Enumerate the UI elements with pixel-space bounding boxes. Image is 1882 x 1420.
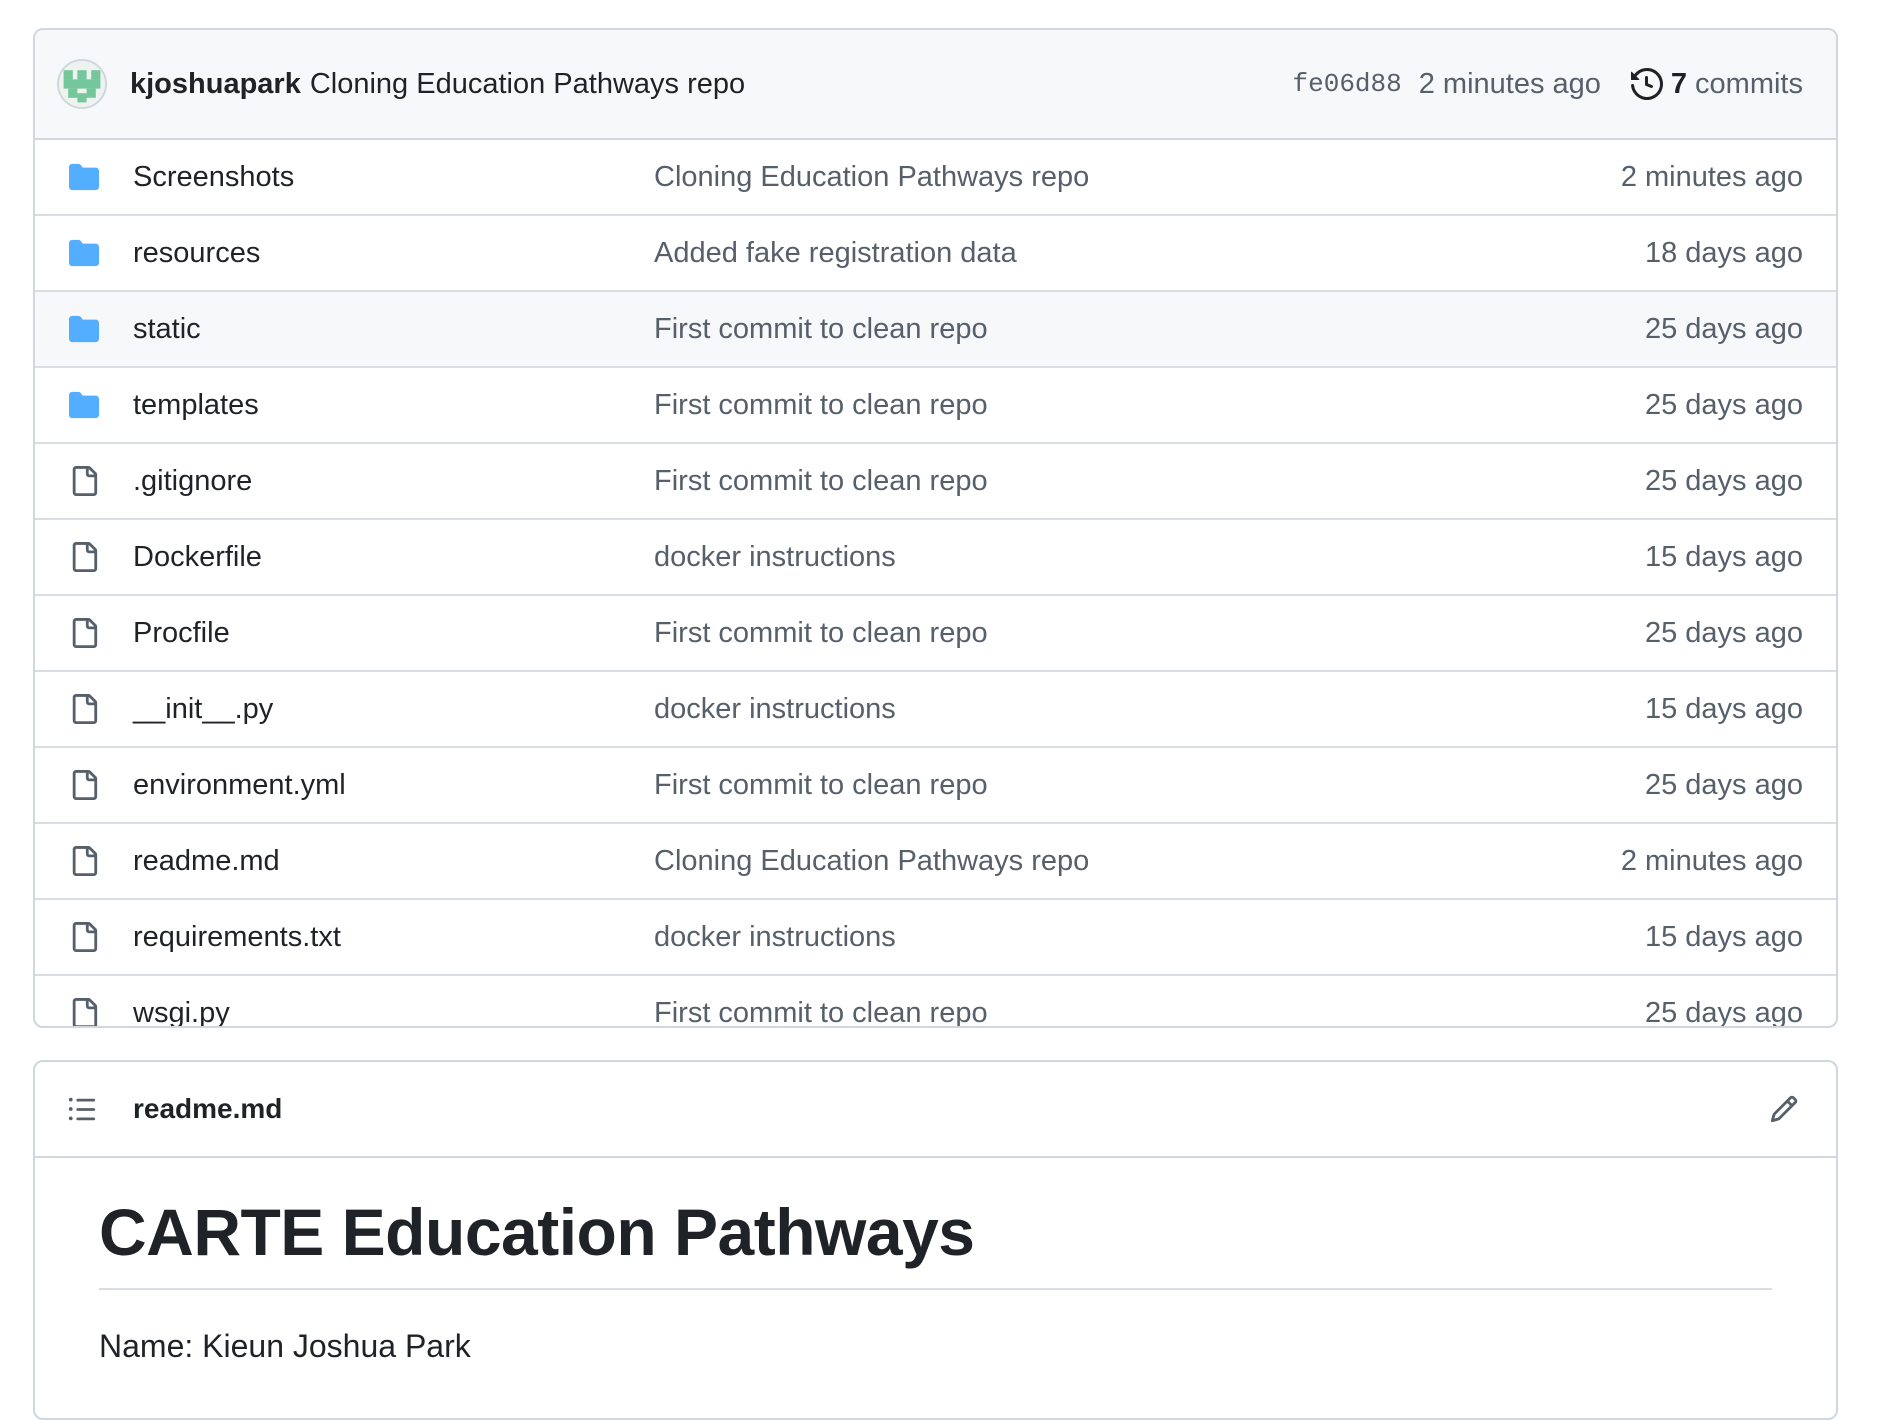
file-row[interactable]: __init__.py docker instructions 15 days ag… [35,672,1836,748]
file-icon [67,844,101,878]
file-name-link[interactable]: requirements.txt [133,921,654,954]
file-name-link[interactable]: .gitignore [133,465,654,498]
file-commit-message-link[interactable]: First commit to clean repo [654,389,1645,422]
file-commit-message-link[interactable]: Added fake registration data [654,237,1645,270]
avatar[interactable] [57,59,107,109]
file-name-link[interactable]: resources [133,237,654,270]
list-unordered-icon[interactable] [67,1092,101,1126]
file-row[interactable]: .gitignore First commit to clean repo 25 d… [35,444,1836,520]
file-name-link[interactable]: templates [133,389,654,422]
file-name-link[interactable]: Procfile [133,617,654,650]
readme-content: CARTE Education Pathways Name: Kieun Jos… [35,1158,1836,1365]
history-icon [1630,68,1663,100]
commit-count: 7 [1670,67,1688,100]
file-commit-age: 25 days ago [1644,616,1803,649]
file-icon [67,616,101,650]
folder-icon [67,388,101,422]
file-row[interactable]: Procfile First commit to clean repo 25 day… [35,596,1836,672]
file-name-link[interactable]: Dockerfile [133,541,654,574]
file-commit-age: 15 days ago [1644,540,1803,573]
readme-filename[interactable]: readme.md [133,1093,282,1125]
folder-icon [67,236,101,270]
latest-commit-bar: kjoshuapark Cloning Education Pathways r… [35,30,1836,140]
commit-sha-link[interactable]: fe06d88 [1293,69,1402,99]
commit-author-link[interactable]: kjoshuapark [130,68,301,101]
file-icon [67,920,101,954]
file-icon [67,692,101,726]
file-name-link[interactable]: environment.yml [133,769,654,802]
file-icon [67,464,101,498]
file-commit-age: 18 days ago [1644,236,1803,269]
file-browser: kjoshuapark Cloning Education Pathways r… [33,28,1838,1028]
file-row[interactable]: templates First commit to clean repo 25 da… [35,368,1836,444]
file-commit-message-link[interactable]: docker instructions [654,921,1645,954]
folder-icon [67,312,101,346]
readme-heading: CARTE Education Pathways [99,1194,1772,1290]
file-name-link[interactable]: __init__.py [133,693,654,726]
readme-paragraph: Name: Kieun Joshua Park [99,1328,471,1364]
file-commit-age: 2 minutes ago [1620,160,1803,193]
file-commit-age: 25 days ago [1644,996,1803,1028]
commit-time: 2 minutes ago [1418,67,1601,100]
file-name-link[interactable]: static [133,313,654,346]
file-commit-message-link[interactable]: First commit to clean repo [654,313,1645,346]
commits-label: commits [1695,67,1803,100]
file-name-link[interactable]: readme.md [133,845,654,878]
file-commit-message-link[interactable]: First commit to clean repo [654,617,1645,650]
file-commit-message-link[interactable]: First commit to clean repo [654,997,1645,1027]
file-commit-age: 25 days ago [1644,768,1803,801]
file-row[interactable]: requirements.txt docker instructions 15 da… [35,900,1836,976]
file-row[interactable]: wsgi.py First commit to clean repo 25 days… [35,976,1836,1028]
file-commit-message-link[interactable]: First commit to clean repo [654,769,1645,802]
file-commit-age: 25 days ago [1644,388,1803,421]
commits-history-link[interactable]: 7 commits [1630,67,1803,101]
file-commit-age: 15 days ago [1644,692,1803,725]
readme-panel: readme.md CARTE Education Pathways Name:… [33,1060,1838,1420]
identicon-icon [59,61,105,107]
readme-header: readme.md [35,1062,1836,1158]
file-commit-age: 15 days ago [1644,920,1803,953]
file-commit-age: 25 days ago [1644,464,1803,497]
file-commit-age: 25 days ago [1644,312,1803,345]
file-icon [67,996,101,1026]
pencil-icon[interactable] [1769,1092,1803,1126]
file-commit-age: 2 minutes ago [1620,844,1803,877]
file-icon [67,540,101,574]
file-commit-message-link[interactable]: docker instructions [654,693,1645,726]
file-list: Screenshots Cloning Education Pathways re… [35,140,1836,1028]
commit-message-link[interactable]: Cloning Education Pathways repo [310,68,745,101]
file-commit-message-link[interactable]: docker instructions [654,541,1645,574]
folder-icon [67,160,101,194]
file-row[interactable]: readme.md Cloning Education Pathways repo… [35,824,1836,900]
file-row[interactable]: environment.yml First commit to clean rep… [35,748,1836,824]
file-row[interactable]: Screenshots Cloning Education Pathways re… [35,140,1836,216]
file-row[interactable]: Dockerfile docker instructions 15 days ago [35,520,1836,596]
file-icon [67,768,101,802]
file-commit-message-link[interactable]: Cloning Education Pathways repo [654,161,1621,194]
file-name-link[interactable]: Screenshots [133,161,654,194]
file-commit-message-link[interactable]: Cloning Education Pathways repo [654,845,1621,878]
file-row[interactable]: resources Added fake registration data 18 … [35,216,1836,292]
file-name-link[interactable]: wsgi.py [133,997,654,1027]
file-row[interactable]: static First commit to clean repo 25 days … [35,292,1836,368]
file-commit-message-link[interactable]: First commit to clean repo [654,465,1645,498]
